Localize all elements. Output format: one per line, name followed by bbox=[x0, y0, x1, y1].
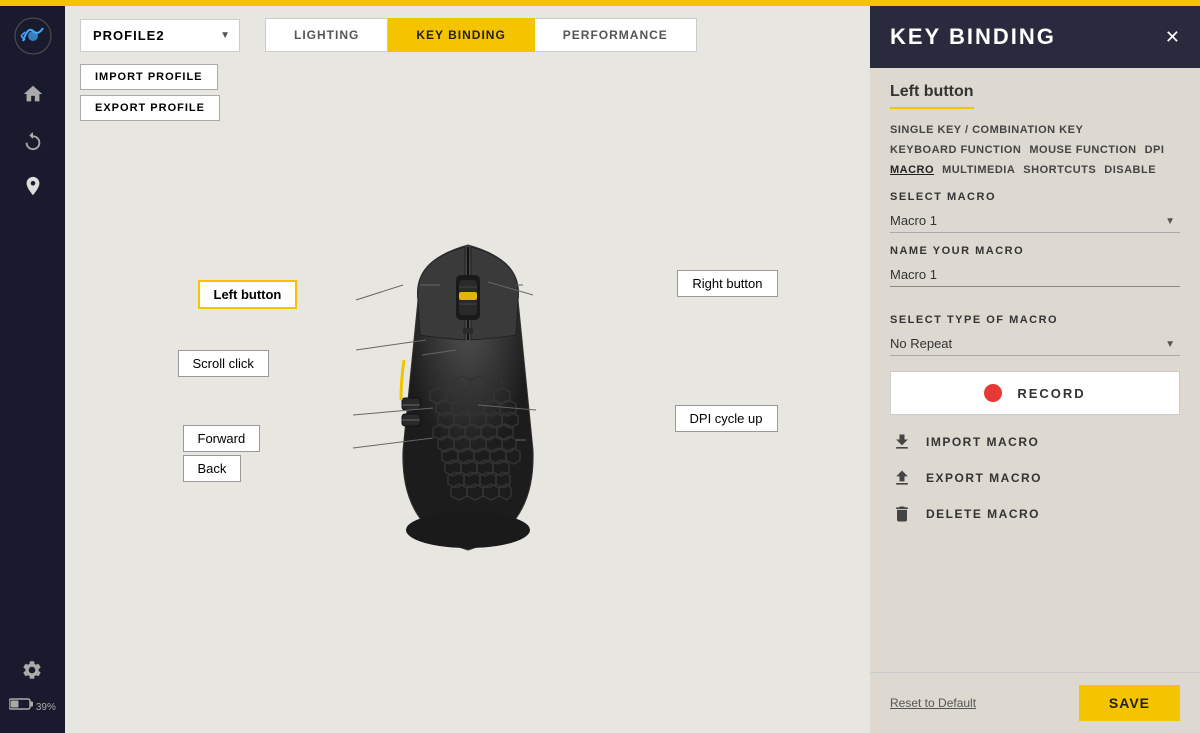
delete-macro-icon bbox=[890, 502, 914, 526]
back-button-label[interactable]: Back bbox=[183, 455, 242, 482]
option-macro[interactable]: MACRO bbox=[890, 164, 934, 176]
export-profile-button[interactable]: EXPORT PROFILE bbox=[80, 95, 220, 121]
delete-macro-label: DELETE MACRO bbox=[926, 507, 1040, 521]
select-type-wrapper: No Repeat Repeat While Held Toggle bbox=[890, 332, 1180, 356]
content-area: PROFILE1 PROFILE2 PROFILE3 LIGHTING KEY … bbox=[65, 6, 870, 733]
reset-to-default-button[interactable]: Reset to Default bbox=[890, 696, 976, 710]
right-button-label[interactable]: Right button bbox=[677, 270, 777, 297]
dpi-cycle-label[interactable]: DPI cycle up bbox=[675, 405, 778, 432]
forward-button-label[interactable]: Forward bbox=[183, 425, 261, 452]
record-dot bbox=[984, 384, 1002, 402]
options-grid: SINGLE KEY / COMBINATION KEY KEYBOARD FU… bbox=[890, 124, 1180, 176]
mouse-svg-container: Left button Right button Scroll click Fo… bbox=[278, 190, 658, 670]
scroll-click-label[interactable]: Scroll click bbox=[178, 350, 269, 377]
action-buttons: IMPORT PROFILE EXPORT PROFILE bbox=[65, 64, 870, 121]
battery-status: 39% bbox=[9, 698, 56, 713]
name-macro-input[interactable] bbox=[890, 263, 1180, 287]
select-macro-wrapper: Macro 1 Macro 2 Macro 3 bbox=[890, 209, 1180, 233]
right-panel: KEY BINDING ✕ Left button SINGLE KEY / C… bbox=[870, 6, 1200, 733]
option-multimedia[interactable]: MULTIMEDIA bbox=[942, 164, 1015, 176]
tab-key-binding[interactable]: KEY BINDING bbox=[388, 18, 534, 52]
save-button[interactable]: SAVE bbox=[1079, 685, 1180, 721]
select-macro-label: SELECT MACRO bbox=[890, 191, 1180, 203]
option-single-key[interactable]: SINGLE KEY / COMBINATION KEY bbox=[890, 124, 1083, 136]
close-button[interactable]: ✕ bbox=[1165, 27, 1180, 48]
right-panel-footer: Reset to Default SAVE bbox=[870, 672, 1200, 733]
record-label: RECORD bbox=[1017, 386, 1085, 401]
option-mouse-function[interactable]: MOUSE FUNCTION bbox=[1029, 144, 1136, 156]
right-panel-header: KEY BINDING ✕ bbox=[870, 6, 1200, 68]
export-macro-item[interactable]: EXPORT MACRO bbox=[890, 466, 1180, 490]
tab-lighting[interactable]: LIGHTING bbox=[265, 18, 388, 52]
delete-macro-item[interactable]: DELETE MACRO bbox=[890, 502, 1180, 526]
left-button-label[interactable]: Left button bbox=[198, 280, 298, 309]
import-macro-item[interactable]: IMPORT MACRO bbox=[890, 430, 1180, 454]
selected-button-name: Left button bbox=[890, 83, 974, 109]
macro-actions: IMPORT MACRO EXPORT MACRO bbox=[890, 430, 1180, 526]
select-type-dropdown[interactable]: No Repeat Repeat While Held Toggle bbox=[890, 332, 1180, 356]
sidebar-item-settings[interactable] bbox=[14, 652, 50, 688]
export-macro-label: EXPORT MACRO bbox=[926, 471, 1042, 485]
import-macro-icon bbox=[890, 430, 914, 454]
export-macro-icon bbox=[890, 466, 914, 490]
tab-performance[interactable]: PERFORMANCE bbox=[535, 18, 697, 52]
option-keyboard-function[interactable]: KEYBOARD FUNCTION bbox=[890, 144, 1021, 156]
main-container: 39% PROFILE1 PROFILE2 PROFILE3 LIGHTING … bbox=[0, 6, 1200, 733]
toolbar: PROFILE1 PROFILE2 PROFILE3 LIGHTING KEY … bbox=[65, 6, 870, 64]
option-disable[interactable]: DISABLE bbox=[1104, 164, 1156, 176]
profile-dropdown[interactable]: PROFILE1 PROFILE2 PROFILE3 bbox=[80, 19, 240, 52]
sidebar-item-device[interactable] bbox=[15, 168, 51, 204]
select-macro-dropdown[interactable]: Macro 1 Macro 2 Macro 3 bbox=[890, 209, 1180, 233]
mouse-diagram-area: Left button Right button Scroll click Fo… bbox=[65, 126, 870, 733]
sidebar-item-home[interactable] bbox=[15, 76, 51, 112]
profile-selector[interactable]: PROFILE1 PROFILE2 PROFILE3 bbox=[80, 19, 240, 52]
import-profile-button[interactable]: IMPORT PROFILE bbox=[80, 64, 218, 90]
select-type-label: SELECT TYPE OF MACRO bbox=[890, 314, 1180, 326]
app-logo bbox=[13, 16, 53, 56]
right-panel-content: Left button SINGLE KEY / COMBINATION KEY… bbox=[870, 68, 1200, 672]
option-dpi[interactable]: DPI bbox=[1145, 144, 1165, 156]
sidebar-item-back[interactable] bbox=[15, 122, 51, 158]
record-button[interactable]: RECORD bbox=[890, 371, 1180, 415]
import-macro-label: IMPORT MACRO bbox=[926, 435, 1039, 449]
option-shortcuts[interactable]: SHORTCUTS bbox=[1023, 164, 1096, 176]
sidebar: 39% bbox=[0, 6, 65, 733]
sidebar-bottom: 39% bbox=[9, 652, 56, 723]
tab-buttons: LIGHTING KEY BINDING PERFORMANCE bbox=[265, 18, 697, 52]
right-panel-title: KEY BINDING bbox=[890, 24, 1056, 50]
name-macro-label: NAME YOUR MACRO bbox=[890, 245, 1180, 257]
